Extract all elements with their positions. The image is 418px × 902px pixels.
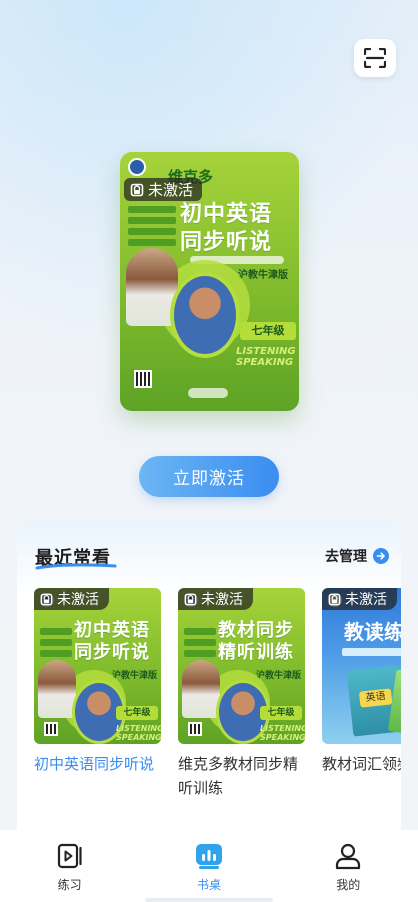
cover-qr-code — [134, 370, 152, 388]
tab-label: 我的 — [336, 878, 361, 892]
cover-listening: LISTENING — [260, 724, 305, 733]
bottom-tab-bar: 练习 书桌 我的 — [0, 830, 418, 902]
featured-book-cover[interactable]: 维克多 初中英语 同步听说 沪教牛津版 七年级 LISTENING SPEAKI… — [120, 152, 299, 411]
inactive-status-tag: 未激活 — [178, 588, 253, 610]
user-profile-icon — [336, 843, 361, 870]
cover-grade: 七年级 — [240, 322, 296, 340]
book-cover[interactable]: 初中英语 同步听说 沪教牛津版 七年级 LISTENING SPEAKING 未… — [34, 588, 161, 744]
cover-listening: LISTENING — [236, 346, 296, 357]
recent-books-section: 最近常看 去管理 初中英语 同步听说 沪教牛津版 七年级 LISTENING S… — [17, 522, 401, 852]
tab-label: 书桌 — [196, 878, 221, 892]
cover-edition: 沪教牛津版 — [238, 270, 288, 281]
inactive-status-tag: 未激活 — [34, 588, 109, 610]
book-cover-art: 教读练 英语 — [322, 588, 401, 744]
inactive-status-label: 未激活 — [345, 592, 387, 608]
lock-icon — [184, 593, 197, 605]
cover-speaking: SPEAKING — [260, 733, 305, 742]
inactive-status-tag: 未激活 — [322, 588, 397, 610]
book-cover-art: 初中英语 同步听说 沪教牛津版 七年级 LISTENING SPEAKING — [34, 588, 161, 744]
tab-desk[interactable]: 书桌 — [159, 830, 259, 893]
bookshelf-chart-icon — [195, 844, 222, 869]
cover-speaking: SPEAKING — [236, 357, 294, 368]
cover-photo-boy — [170, 272, 240, 358]
cover-grade: 七年级 — [116, 706, 158, 720]
cover-publisher-logo — [188, 388, 228, 398]
cover-title-main-1: 教读练 — [344, 620, 401, 644]
cover-photo-girl — [182, 660, 220, 718]
recent-book-item[interactable]: 教材同步 精听训练 沪教牛津版 七年级 LISTENING SPEAKING 未… — [178, 588, 306, 800]
lock-icon — [130, 183, 144, 196]
scan-button[interactable] — [354, 39, 396, 77]
book-name[interactable]: 维克多教材同步精听训练 — [178, 752, 306, 800]
recent-book-item[interactable]: 初中英语 同步听说 沪教牛津版 七年级 LISTENING SPEAKING 未… — [34, 588, 162, 776]
inactive-status-tag: 未激活 — [124, 178, 203, 201]
scan-icon — [364, 48, 386, 68]
manage-link[interactable]: 去管理 — [325, 546, 389, 566]
home-indicator — [145, 898, 273, 902]
cover-title-main-2: 同步听说 — [180, 230, 273, 255]
recent-book-item[interactable]: 教读练 英语 未激活 教材词汇领频 — [322, 588, 401, 776]
cover-title-main-2: 精听训练 — [218, 642, 294, 663]
book-name[interactable]: 教材词汇领频 — [322, 752, 401, 776]
cover-title-main-2: 同步听说 — [74, 642, 150, 663]
video-practice-icon — [57, 843, 82, 869]
cover-grade: 七年级 — [260, 706, 302, 720]
arrow-right-icon — [373, 548, 389, 564]
cover-qr-code — [44, 722, 58, 736]
title-underline-decoration — [35, 563, 117, 570]
cover-edition: 沪教牛津版 — [256, 671, 302, 681]
book-name[interactable]: 初中英语同步听说 — [34, 752, 162, 776]
lock-icon — [328, 593, 341, 605]
inactive-status-label: 未激活 — [148, 181, 194, 199]
inactive-status-label: 未激活 — [201, 592, 243, 608]
lock-icon — [40, 593, 53, 605]
cover-subject: 英语 — [358, 688, 393, 708]
publisher-badge — [128, 158, 146, 176]
cover-edition: 沪教牛津版 — [112, 671, 158, 681]
cover-bullets — [128, 206, 176, 250]
book-cover[interactable]: 教材同步 精听训练 沪教牛津版 七年级 LISTENING SPEAKING 未… — [178, 588, 305, 744]
tab-practice[interactable]: 练习 — [20, 830, 120, 893]
book-cover[interactable]: 教读练 英语 未激活 — [322, 588, 401, 744]
cover-photo-girl — [38, 660, 76, 718]
cover-stripe — [342, 648, 401, 656]
manage-label: 去管理 — [325, 549, 367, 565]
tab-label: 练习 — [57, 878, 82, 892]
cover-bullets — [184, 628, 216, 661]
cover-speaking: SPEAKING — [116, 733, 161, 742]
cover-listening: LISTENING — [116, 724, 161, 733]
activate-now-button[interactable]: 立即激活 — [139, 456, 279, 497]
cover-qr-code — [188, 722, 202, 736]
tab-mine[interactable]: 我的 — [298, 830, 398, 893]
cover-bullets — [40, 628, 72, 661]
inactive-status-label: 未激活 — [57, 592, 99, 608]
book-cover-art: 教材同步 精听训练 沪教牛津版 七年级 LISTENING SPEAKING — [178, 588, 305, 744]
